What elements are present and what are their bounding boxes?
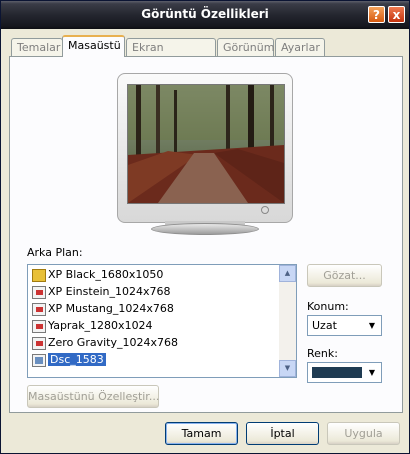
tab-masaustu[interactable]: Masaüstü [62,35,125,57]
list-item[interactable]: Zero Gravity_1024x768 [32,335,178,351]
color-swatch [312,367,362,378]
list-item[interactable]: XP Einstein_1024x768 [32,284,170,300]
position-dropdown[interactable]: Uzat ▼ [307,315,382,336]
image-file-icon [32,302,46,316]
position-label: Konum: [307,300,349,313]
tab-temalar[interactable]: Temalar [11,38,63,56]
list-item[interactable]: XP Mustang_1024x768 [32,301,174,317]
power-light-icon [261,206,269,214]
list-item[interactable]: XP Black_1680x1050 [32,267,163,283]
list-item[interactable]: Yaprak_1280x1024 [32,318,153,334]
image-file-icon [32,285,46,299]
tab-strip: Temalar Masaüstü Ekran Koruyucu Görünüm … [9,35,403,71]
background-list[interactable]: XP Black_1680x1050 XP Einstein_1024x768 … [27,264,297,378]
image-file-icon [32,319,46,333]
scroll-down-arrow-icon[interactable]: ▼ [279,360,296,377]
customize-desktop-button[interactable]: Masaüstünü Özelleştir... [27,385,159,408]
chevron-down-icon[interactable]: ▼ [364,364,380,381]
tab-gorunum[interactable]: Görünüm [217,38,274,56]
color-picker[interactable]: ▼ [307,362,382,383]
position-value: Uzat [312,319,337,332]
close-button[interactable]: x [388,6,405,23]
monitor-stand [151,223,259,235]
wallpaper-preview [127,84,285,204]
chevron-down-icon[interactable]: ▼ [364,317,380,334]
background-label: Arka Plan: [27,246,83,259]
window-title: Görüntü Özellikleri [141,7,269,21]
help-button[interactable]: ? [368,6,385,23]
html-file-icon [32,268,46,282]
ok-button[interactable]: Tamam [165,422,238,445]
color-label: Renk: [307,347,338,360]
image-file-icon [32,353,46,367]
apply-button[interactable]: Uygula [327,422,400,445]
list-item-selected[interactable]: Dsc_1583 [32,352,107,368]
cancel-button[interactable]: İptal [246,422,319,445]
scroll-up-arrow-icon[interactable]: ▲ [279,265,296,282]
tab-ekran-koruyucu[interactable]: Ekran Koruyucu [126,38,216,71]
image-file-icon [32,336,46,350]
browse-button[interactable]: Gözat... [307,264,382,287]
monitor-preview [117,73,293,235]
tab-ayarlar[interactable]: Ayarlar [275,38,325,56]
display-properties-window: Görüntü Özellikleri ? x Temalar Masaüstü… [0,0,410,454]
title-bar[interactable]: Görüntü Özellikleri ? x [1,1,409,29]
list-scrollbar[interactable]: ▲ ▼ [279,265,296,377]
